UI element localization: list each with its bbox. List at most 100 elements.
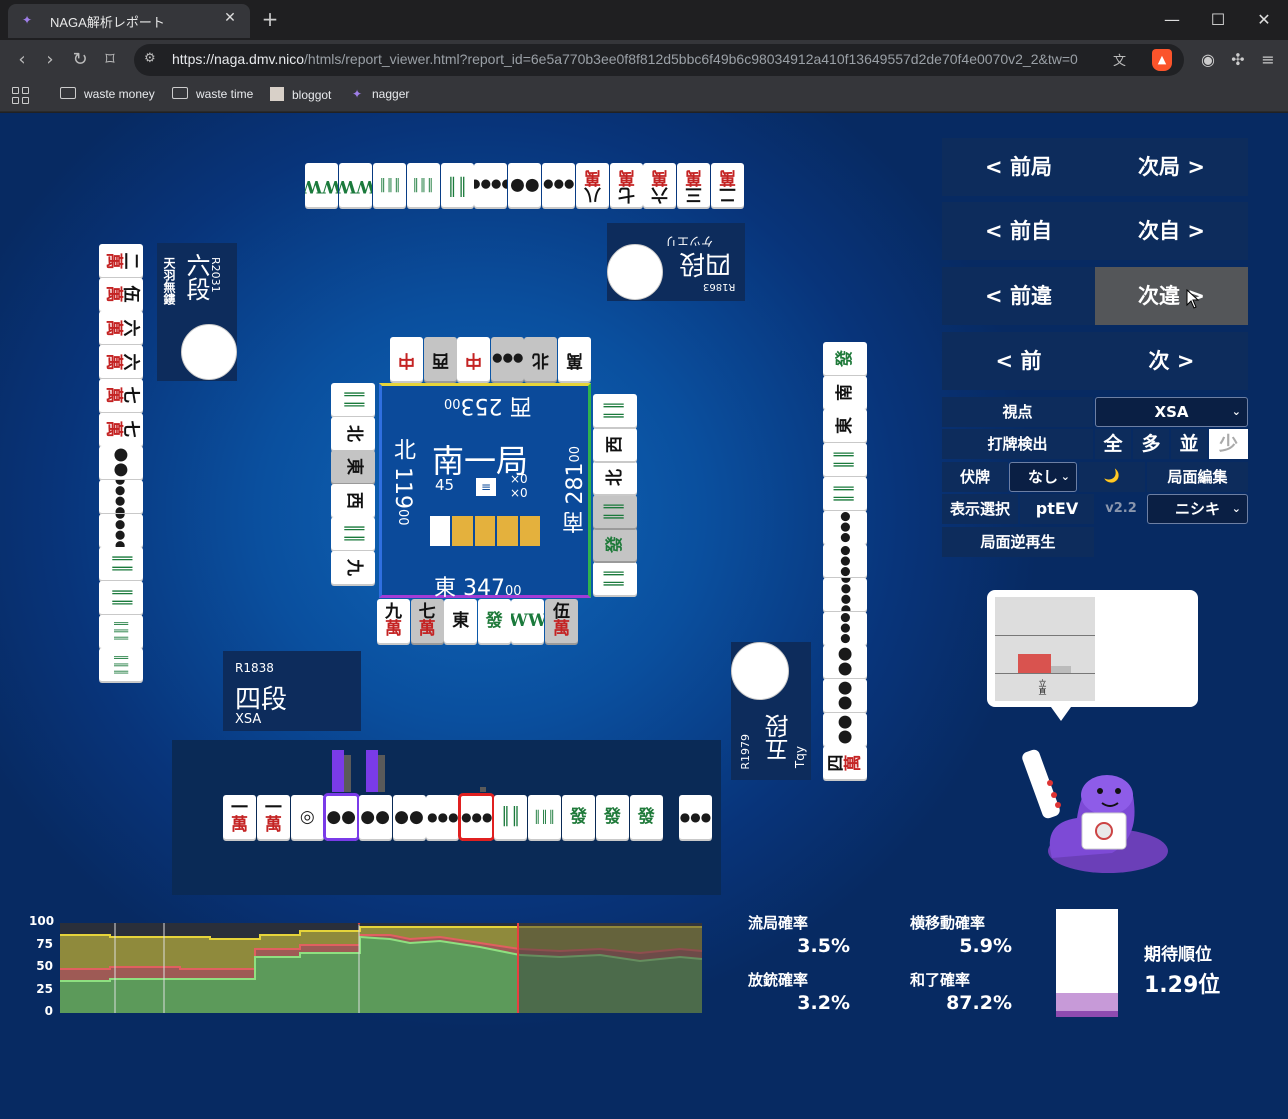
bottom-hand-tile[interactable]: 一萬: [256, 795, 290, 839]
address-bar[interactable]: ⚙ https://naga.dmv.nico/htmls/report_vie…: [134, 44, 1184, 76]
bookmark-waste-money[interactable]: waste money: [60, 87, 155, 101]
tile-face: ●●●: [679, 810, 712, 824]
fuse-label: 伏牌: [942, 462, 1008, 492]
bottom-hand-tile[interactable]: 發: [595, 795, 629, 839]
detect-many-button[interactable]: 多: [1133, 429, 1169, 459]
tile-face: 北: [532, 349, 550, 370]
next-step-button[interactable]: 次 >: [1095, 332, 1248, 390]
bookmark-waste-time[interactable]: waste time: [172, 87, 253, 101]
right-discard-tile: ║║: [593, 562, 637, 595]
bottom-hand-tile[interactable]: ║║: [494, 795, 528, 839]
moon-icon[interactable]: 🌙: [1079, 462, 1145, 492]
prev-step-button[interactable]: < 前: [942, 332, 1095, 390]
mini-chart-baseline: [995, 673, 1095, 674]
tile-face: 西: [343, 491, 364, 509]
top-discard-tile: 西: [423, 337, 457, 381]
back-icon[interactable]: ‹: [10, 48, 34, 72]
tile-face: 發: [834, 350, 855, 367]
next-self-button[interactable]: 次自 >: [1095, 202, 1248, 260]
detect-few-button[interactable]: 少: [1209, 429, 1248, 459]
window-close-icon[interactable]: ✕: [1252, 8, 1276, 32]
prev-diff-button[interactable]: < 前違: [942, 267, 1095, 325]
tile-face: ║║║: [114, 620, 128, 643]
mini-chart-line: [995, 635, 1095, 636]
tile-face: 東: [452, 610, 470, 631]
bottom-hand-tile[interactable]: ║║║: [528, 795, 562, 839]
maximize-icon[interactable]: ☐: [1206, 8, 1230, 32]
bloggot-favicon-icon: [270, 87, 284, 101]
top-discard-tile: 中: [390, 337, 423, 381]
reverse-replay-button[interactable]: 局面逆再生: [942, 527, 1094, 557]
bottom-hand-tile[interactable]: 發: [629, 795, 663, 839]
model-select[interactable]: ニシキ ⌄: [1147, 494, 1248, 524]
ptev-button[interactable]: ptEV: [1020, 494, 1094, 524]
bottom-hand-tile[interactable]: ●●●: [426, 795, 460, 839]
tile-face: ●●●●: [837, 577, 852, 611]
graph-ytick: 75: [36, 937, 53, 951]
reload-icon[interactable]: ↻: [68, 48, 92, 72]
detect-all-button[interactable]: 全: [1095, 429, 1131, 459]
tile-face: 伍萬: [553, 602, 570, 639]
bookmark-bloggot[interactable]: bloggot: [270, 87, 331, 102]
tile-face: ●●●●: [113, 513, 128, 547]
bottom-hand-tile[interactable]: ●●: [358, 795, 392, 839]
tile-face: ●●: [111, 447, 132, 478]
drawn-tile[interactable]: ●●●: [679, 795, 712, 839]
bottom-hand-tile[interactable]: ●●: [322, 793, 360, 841]
new-tab-button[interactable]: +: [258, 8, 282, 32]
tile-face: ●●: [326, 806, 357, 827]
browser-tab[interactable]: ✦ NAGA解析レポート ✕: [8, 4, 250, 38]
left-discard-tile: 西: [331, 483, 375, 517]
bottom-hand-tile[interactable]: 一萬: [223, 795, 256, 839]
bottom-hand-tile[interactable]: ●●: [392, 795, 426, 839]
bottom-score: 東 34700: [434, 576, 522, 601]
right-hand-tile: 四萬: [823, 746, 867, 780]
apps-grid-icon[interactable]: [12, 87, 30, 105]
tile-face: 三萬: [685, 167, 703, 204]
tile-face: ║║║: [378, 178, 401, 192]
edit-position-button[interactable]: 局面編集: [1147, 462, 1248, 492]
next-diff-button[interactable]: 次違 >: [1095, 267, 1248, 325]
forward-icon[interactable]: ›: [38, 48, 62, 72]
tile-face: ║║: [604, 400, 625, 421]
tile-face: 六萬: [103, 353, 140, 371]
bottom-hand-tile[interactable]: 發: [562, 795, 595, 839]
prev-round-button[interactable]: < 前局: [942, 138, 1095, 196]
ryukyoku-label: 流局確率: [748, 914, 809, 932]
viewpoint-select[interactable]: XSA ⌄: [1095, 397, 1248, 427]
ev-bar: [344, 755, 351, 792]
puzzle-icon[interactable]: ✣: [1226, 48, 1250, 72]
top-hand-tile: 七萬: [609, 163, 643, 207]
next-round-button[interactable]: 次局 >: [1095, 138, 1248, 196]
right-hand-tile: ║║: [823, 443, 867, 477]
minimize-icon[interactable]: —: [1160, 8, 1184, 32]
prev-self-button[interactable]: < 前自: [942, 202, 1095, 260]
top-discard-tile: 萬: [558, 337, 591, 381]
score-history-graph[interactable]: [60, 923, 702, 1013]
fuse-select[interactable]: なし ⌄: [1009, 462, 1077, 492]
translate-icon[interactable]: 文: [1113, 50, 1126, 69]
ev-bar: [480, 787, 486, 792]
naga-favicon-icon: ✦: [22, 13, 33, 27]
bookmark-icon[interactable]: ⌑: [98, 48, 122, 72]
site-info-icon[interactable]: ⚙: [144, 51, 156, 66]
bottom-discard-tile: 七萬: [410, 599, 444, 643]
dora-slot: [497, 516, 518, 546]
chevron-down-icon: ⌄: [1231, 405, 1241, 418]
bottom-hand-tile[interactable]: ●●●: [458, 793, 496, 841]
extension-icon[interactable]: ◉: [1196, 48, 1220, 72]
ryukyoku-value: 3.5%: [797, 935, 850, 957]
right-score: 南 28100: [563, 446, 588, 534]
bookmark-nagger[interactable]: ✦ nagger: [352, 87, 409, 101]
tile-face: ●●: [394, 806, 424, 827]
tab-close-icon[interactable]: ✕: [220, 10, 240, 26]
top-discard-tile: 北: [524, 337, 558, 381]
detect-normal-button[interactable]: 並: [1171, 429, 1207, 459]
menu-icon[interactable]: ≡: [1256, 48, 1280, 72]
right-discard-tile: 發: [593, 528, 637, 562]
brave-shield-icon[interactable]: ▲: [1152, 49, 1172, 71]
bottom-discard-tile: 發: [477, 599, 511, 643]
mini-chart-bar: [1018, 654, 1051, 673]
right-hand-tile: ●●●: [823, 510, 867, 544]
bottom-hand-tile[interactable]: ◎: [290, 795, 324, 839]
